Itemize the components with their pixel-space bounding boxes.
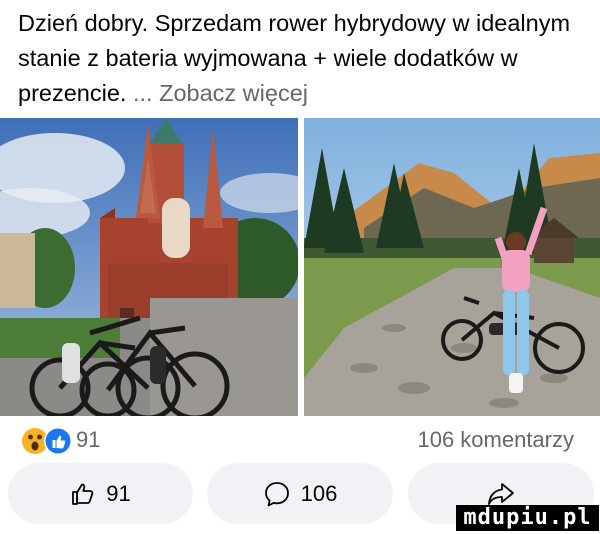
like-icon — [44, 427, 72, 455]
share-arrow-icon — [488, 482, 514, 505]
like-count: 91 — [106, 480, 131, 506]
comment-count: 106 — [300, 480, 338, 506]
see-more-link[interactable]: ... Zobacz więcej — [133, 80, 308, 106]
like-button[interactable]: 91 — [8, 463, 193, 524]
reaction-stats-bar: 91 106 komentarzy — [0, 424, 600, 460]
photo-mountain-trail[interactable] — [304, 118, 600, 416]
comment-button[interactable]: 106 — [207, 463, 393, 524]
reaction-icons[interactable] — [20, 426, 76, 456]
thumbs-up-icon — [72, 483, 94, 505]
watermark: mdupiu.pl — [456, 505, 599, 531]
reactions-count[interactable]: 91 — [76, 427, 100, 453]
comments-count-link[interactable]: 106 komentarzy — [417, 427, 574, 453]
post-text: Dzień dobry. Sprzedam rower hybrydowy w … — [18, 6, 588, 111]
comment-bubble-icon — [264, 481, 289, 506]
photo-church-bikes[interactable] — [0, 118, 298, 416]
